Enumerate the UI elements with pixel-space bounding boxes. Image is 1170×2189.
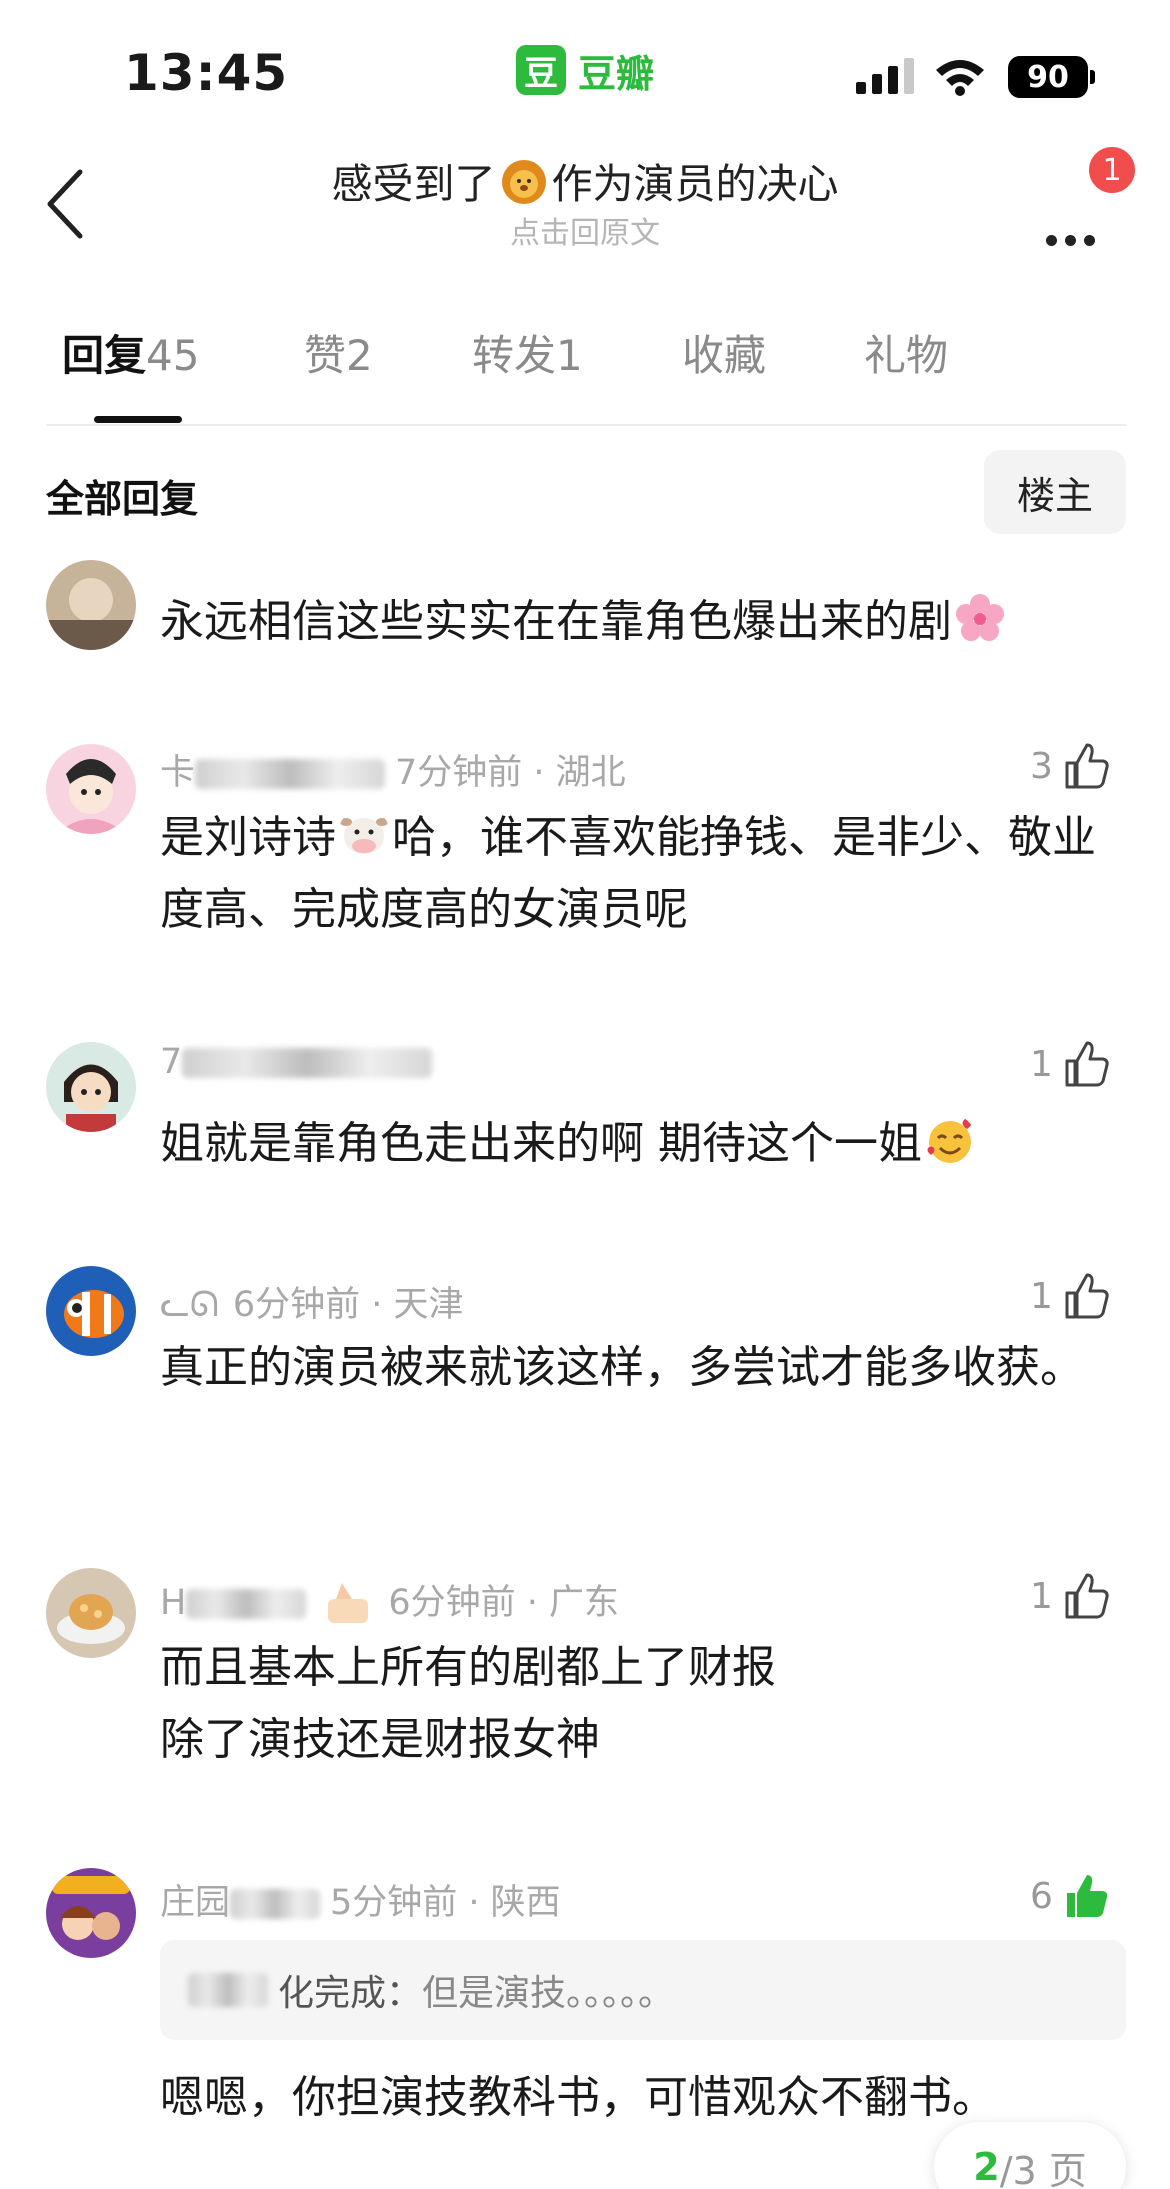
battery-level: 90 [1008,56,1088,98]
thumbs-up-icon [1065,1573,1109,1619]
app-name: 豆瓣 [578,51,655,96]
blurred-username [186,1589,307,1619]
blurred-username [230,1889,321,1919]
wifi-icon [936,60,984,96]
avatar[interactable] [46,560,136,650]
blurred-username [188,1973,268,2007]
blurred-username [182,1048,433,1078]
thumbs-up-icon [1065,1273,1109,1319]
quoted-reply[interactable]: 化完成： 但是演技。。。。。 [160,1940,1126,2040]
thumbs-up-icon [1065,743,1109,789]
user-badge-icon [328,1583,369,1623]
status-bar: 13:45 豆 豆瓣 90 [0,0,1170,150]
like-button[interactable]: 1 [1030,1568,1111,1624]
comment-meta: 7 [160,1042,442,1082]
comment-meta: H 6分钟前 · 广东 [160,1574,619,1629]
like-button[interactable]: 3 [1030,738,1111,794]
comment-text: 永远相信这些实实在在靠角色爆出来的剧 [160,586,1120,658]
like-button[interactable]: 6 [1030,1868,1111,1924]
app-indicator: 豆 豆瓣 [516,44,654,96]
comment-meta: ᓚᘏ 6分钟前 · 天津 [160,1285,464,1325]
battery-icon: 90 [1008,56,1095,98]
tab-gifts[interactable]: 礼物 [864,322,948,383]
blurred-username [195,759,386,789]
avatar[interactable] [46,1568,136,1658]
tab-reposts[interactable]: 转发1 [472,322,583,383]
op-only-button[interactable]: 楼主 [984,450,1126,534]
avatar[interactable] [46,1266,136,1356]
active-tab-indicator [94,416,182,423]
like-button[interactable]: 1 [1030,1268,1111,1324]
douban-logo-icon: 豆 [516,45,566,95]
like-count: 1 [1030,1575,1053,1617]
all-replies-label: 全部回复 [46,477,199,521]
post-header: 感受到了 作为演员的决心 点击回原文 [0,140,1170,270]
like-count: 3 [1030,745,1053,787]
like-count: 1 [1030,1043,1053,1085]
tab-bar: 回复45 赞2 转发1 收藏 礼物 [46,322,1126,423]
thumbs-up-filled-icon [1066,1875,1108,1917]
divider [46,424,1126,426]
comment-text: 姐就是靠角色走出来的啊 期待这个一姐 [160,1108,1120,1180]
tab-collections[interactable]: 收藏 [682,322,766,383]
comment-meta: 庄园 5分钟前 · 陕西 [160,1883,561,1923]
status-time: 13:45 [124,44,289,102]
comment-text: 是刘诗诗 哈，谁不喜欢能挣钱、是非少、敬业度高、完成度高的女演员呢 [160,802,1120,946]
tab-replies[interactable]: 回复45 [62,322,199,383]
comment-meta: 卡 7分钟前 · 湖北 [160,753,626,793]
page-indicator[interactable]: 2/3 页 [934,2122,1126,2189]
avatar[interactable] [46,1868,136,1958]
like-count: 6 [1030,1875,1053,1917]
notification-badge: 1 [1086,144,1138,196]
post-title[interactable]: 感受到了 作为演员的决心 [200,150,970,210]
back-arrow-icon[interactable] [40,164,96,244]
like-button[interactable]: 1 [1030,1036,1111,1092]
cellular-signal-icon [856,58,914,94]
more-dots-icon [1046,210,1103,256]
like-count: 1 [1030,1275,1053,1317]
avatar[interactable] [46,1042,136,1132]
tab-likes[interactable]: 赞2 [304,322,373,383]
comment-text: 真正的演员被来就该这样，多尝试才能多收获。 [160,1342,1084,1393]
avatar[interactable] [46,744,136,834]
cherry-blossom-emoji-icon [956,594,1004,641]
smiling-face-with-hearts-emoji-icon [927,1118,972,1163]
cow-emoji-icon [340,818,388,854]
lion-emoji-icon [501,160,546,204]
back-to-original-link[interactable]: 点击回原文 [200,208,970,252]
thumbs-up-icon [1065,1041,1109,1087]
comment-text: 而且基本上所有的剧都上了财报 除了演技还是财报女神 [160,1642,776,1765]
